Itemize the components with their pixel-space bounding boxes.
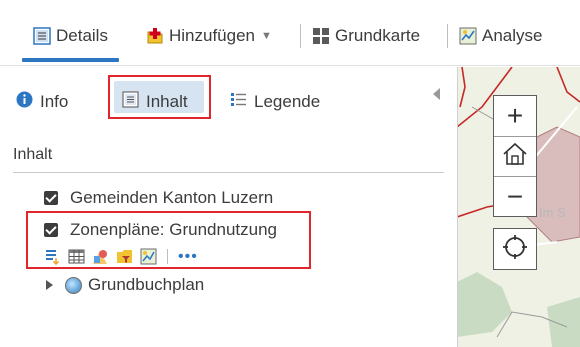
toolbar-divider [447, 24, 448, 48]
active-tab-indicator [22, 58, 119, 62]
zoom-controls: + − [493, 95, 537, 217]
expand-arrow-icon[interactable] [46, 280, 53, 290]
details-label: Details [56, 26, 108, 45]
locate-button[interactable] [494, 229, 536, 269]
locate-control [493, 228, 537, 270]
show-table-icon[interactable] [44, 248, 61, 266]
layer-item[interactable]: Zonenpläne: Grundnutzung [44, 220, 277, 240]
analysis-button[interactable]: Analyse [459, 22, 542, 50]
tool-divider [167, 249, 168, 264]
layer-toolbar: ••• [44, 248, 198, 266]
map-edge [457, 67, 458, 347]
info-icon [16, 91, 33, 113]
zoom-in-button[interactable]: + [494, 96, 536, 136]
top-toolbar: Details Hinzufügen ▼ Grundkarte Analyse [0, 0, 580, 66]
layer-item[interactable]: Gemeinden Kanton Luzern [44, 188, 273, 208]
section-divider [13, 172, 444, 173]
tab-info[interactable]: Info [16, 85, 68, 119]
globe-icon [65, 276, 82, 294]
chevron-down-icon: ▼ [261, 30, 272, 42]
home-button[interactable] [494, 136, 536, 176]
details-button[interactable]: Details [33, 22, 108, 50]
map-place-label: Im S [539, 205, 566, 220]
details-icon [33, 27, 51, 45]
filter-icon[interactable] [116, 248, 133, 265]
tab-info-label: Info [40, 92, 69, 111]
locate-crosshair-icon [502, 234, 528, 265]
tab-legend[interactable]: Legende [230, 85, 320, 119]
layer-checkbox[interactable] [44, 223, 58, 237]
change-style-icon[interactable] [92, 248, 109, 265]
basemap-grid-icon [312, 27, 330, 45]
layer-checkbox[interactable] [44, 191, 58, 205]
layer-label: Grundbuchplan [88, 275, 205, 294]
zoom-out-button[interactable]: − [494, 176, 536, 216]
more-options-icon[interactable]: ••• [178, 248, 198, 264]
layer-item[interactable]: Grundbuchplan [46, 275, 204, 295]
minus-icon: − [506, 180, 524, 212]
toolbar-divider [300, 24, 301, 48]
basemap-label: Grundkarte [335, 26, 421, 45]
add-button[interactable]: Hinzufügen ▼ [146, 22, 272, 50]
add-label: Hinzufügen [169, 26, 256, 45]
home-icon [502, 142, 528, 171]
collapse-panel-icon[interactable] [433, 88, 440, 100]
analysis-icon [459, 27, 477, 45]
layer-label: Zonenpläne: Grundnutzung [70, 220, 277, 239]
layer-label: Gemeinden Kanton Luzern [70, 188, 274, 207]
tab-legend-label: Legende [254, 92, 321, 111]
table-icon[interactable] [68, 248, 85, 265]
section-title: Inhalt [13, 146, 53, 163]
basemap-button[interactable]: Grundkarte [312, 22, 420, 50]
analysis-icon[interactable] [140, 248, 157, 265]
analysis-label: Analyse [482, 26, 543, 45]
legend-icon [230, 91, 247, 113]
tab-highlight-box [108, 75, 211, 119]
plus-icon: + [506, 100, 524, 131]
add-icon [146, 27, 164, 45]
